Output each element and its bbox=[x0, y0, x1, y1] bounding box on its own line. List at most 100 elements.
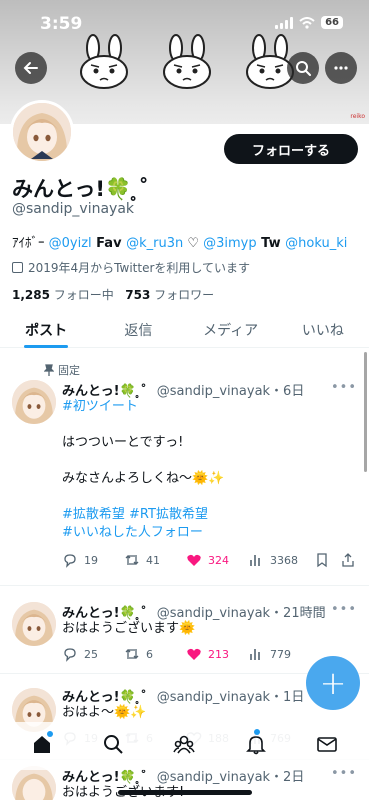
tweet-more-icon[interactable]: ••• bbox=[331, 602, 357, 617]
compose-button[interactable]: + bbox=[306, 656, 360, 710]
tweet-line: はつついーとですっ! bbox=[62, 435, 184, 450]
nav-explore[interactable] bbox=[102, 733, 124, 759]
bio-mention[interactable]: @hoku_ki bbox=[285, 236, 347, 251]
tweet-avatar[interactable] bbox=[12, 602, 56, 646]
back-arrow-icon bbox=[23, 62, 38, 74]
profile-tabs: ポスト 返信 メディア いいね bbox=[0, 312, 369, 348]
joined-text: 2019年4月からTwitterを利用しています bbox=[28, 261, 251, 275]
tweet-header: みんとっ!🍀 ̥˚ @sandip_vinayak・6日 bbox=[62, 380, 304, 399]
tweet-author[interactable]: みんとっ!🍀 ̥˚ bbox=[62, 690, 147, 705]
views-count: 779 bbox=[270, 647, 291, 661]
avatar-illustration bbox=[12, 602, 56, 646]
scrollbar[interactable] bbox=[364, 352, 367, 472]
avatar-illustration bbox=[12, 380, 56, 424]
line-break bbox=[62, 452, 224, 470]
status-time: 3:59 bbox=[40, 14, 83, 34]
bio-text: ｱｲﾎﾞｰ bbox=[12, 236, 49, 251]
profile-avatar[interactable] bbox=[10, 100, 74, 164]
followers-label[interactable]: フォロワー bbox=[154, 288, 214, 302]
communities-icon bbox=[173, 735, 196, 754]
reply-count: 19 bbox=[84, 553, 98, 567]
line-break bbox=[62, 488, 224, 506]
tweet-avatar[interactable] bbox=[12, 766, 56, 800]
calendar-icon bbox=[12, 262, 23, 273]
reply-button[interactable]: 25 bbox=[62, 646, 124, 662]
tweet-text: #初ツイート はつついーとですっ! みなさんよろしくね〜🌞✨ #拡散希望 #RT… bbox=[62, 398, 224, 542]
home-indicator bbox=[118, 790, 252, 795]
bookmark-button[interactable] bbox=[314, 552, 340, 568]
unread-dot bbox=[46, 731, 53, 737]
reply-icon bbox=[64, 554, 76, 568]
reply-icon bbox=[64, 648, 76, 662]
tweet-author[interactable]: みんとっ!🍀 ̥˚ bbox=[62, 606, 147, 621]
retweet-icon bbox=[125, 649, 139, 659]
like-count: 213 bbox=[208, 647, 229, 661]
like-button[interactable]: 324 bbox=[186, 552, 248, 568]
views-button[interactable]: 779 bbox=[248, 646, 314, 662]
hashtag[interactable]: #初ツイート bbox=[62, 398, 224, 416]
tweet-header: みんとっ!🍀 ̥˚ @sandip_vinayak・1日 bbox=[62, 686, 304, 705]
like-button[interactable]: 213 bbox=[186, 646, 248, 662]
battery-indicator: 66 bbox=[321, 16, 343, 29]
views-button[interactable]: 3368 bbox=[248, 552, 314, 568]
tweet-header: みんとっ!🍀 ̥˚ @sandip_vinayak・21時間 bbox=[62, 602, 326, 621]
follow-button[interactable]: フォローする bbox=[224, 134, 358, 164]
share-button[interactable] bbox=[340, 552, 356, 568]
nav-notifications[interactable] bbox=[245, 729, 267, 759]
nav-communities[interactable] bbox=[173, 733, 196, 759]
more-button[interactable] bbox=[325, 52, 357, 84]
reply-button[interactable]: 19 bbox=[62, 552, 124, 568]
avatar-illustration bbox=[13, 103, 71, 161]
hashtag[interactable]: #いいねした人フォロー bbox=[62, 524, 224, 542]
messages-icon bbox=[317, 737, 338, 752]
views-icon bbox=[250, 649, 260, 660]
tweet-meta: @sandip_vinayak・6日 bbox=[156, 384, 305, 399]
bookmark-icon bbox=[317, 553, 327, 568]
unread-dot bbox=[253, 729, 260, 735]
tab-likes[interactable]: いいね bbox=[277, 312, 369, 347]
retweet-icon bbox=[125, 555, 139, 565]
tab-posts[interactable]: ポスト bbox=[0, 312, 92, 348]
heart-icon bbox=[187, 648, 201, 660]
retweet-count: 6 bbox=[146, 647, 153, 661]
tweet-author[interactable]: みんとっ!🍀 ̥˚ bbox=[62, 384, 147, 399]
search-button[interactable] bbox=[287, 52, 319, 84]
banner-watermark: reiko bbox=[350, 113, 365, 120]
tweet-meta: @sandip_vinayak・21時間 bbox=[156, 606, 326, 621]
nav-messages[interactable] bbox=[316, 733, 338, 759]
tab-media[interactable]: メディア bbox=[185, 312, 277, 347]
tweet-avatar[interactable] bbox=[12, 380, 56, 424]
tweet-actions: 19 41 324 3368 bbox=[62, 552, 362, 568]
avatar-illustration bbox=[12, 766, 56, 800]
tweet-more-icon[interactable]: ••• bbox=[331, 380, 357, 395]
following-label[interactable]: フォロー中 bbox=[54, 288, 114, 302]
tweet-card[interactable]: みんとっ!🍀 ̥˚ @sandip_vinayak・21時間 ••• おはようござ… bbox=[0, 588, 369, 674]
line-break bbox=[62, 416, 224, 434]
bio-mention[interactable]: @k_ru3n bbox=[126, 236, 183, 251]
retweet-button[interactable]: 6 bbox=[124, 646, 186, 662]
tab-replies[interactable]: 返信 bbox=[92, 312, 184, 347]
bio-mention[interactable]: @0yizl bbox=[49, 236, 92, 251]
tweet-text: おはようございます🌞 bbox=[62, 621, 196, 636]
tweet-card[interactable]: みんとっ!🍀 ̥˚ @sandip_vinayak・6日 ••• #初ツイート は… bbox=[0, 352, 369, 586]
share-icon bbox=[342, 553, 354, 567]
retweet-button[interactable]: 41 bbox=[124, 552, 186, 568]
nav-home[interactable] bbox=[31, 731, 53, 759]
profile-bio: ｱｲﾎﾞｰ @0yizl Fav @k_ru3n ♡ @3imyp Tw @ho… bbox=[12, 232, 347, 251]
wifi-icon bbox=[299, 16, 315, 29]
signal-icon bbox=[275, 16, 294, 29]
hashtag[interactable]: #拡散希望 #RT拡散希望 bbox=[62, 506, 224, 524]
bio-text: Fav bbox=[91, 236, 127, 251]
heart-icon bbox=[187, 554, 201, 566]
tweet-line: みなさんよろしくね〜🌞✨ bbox=[62, 471, 225, 486]
bottom-nav bbox=[0, 722, 369, 770]
status-bar: 3:59 66 bbox=[0, 0, 369, 44]
views-icon bbox=[250, 555, 260, 566]
bio-mention[interactable]: @3imyp bbox=[203, 236, 257, 251]
following-count[interactable]: 1,285 bbox=[12, 288, 50, 302]
back-button[interactable] bbox=[15, 52, 47, 84]
notifications-icon bbox=[245, 736, 266, 755]
views-count: 3368 bbox=[270, 553, 298, 567]
followers-count[interactable]: 753 bbox=[125, 288, 150, 302]
tweet-author[interactable]: みんとっ!🍀 ̥˚ bbox=[62, 770, 147, 785]
